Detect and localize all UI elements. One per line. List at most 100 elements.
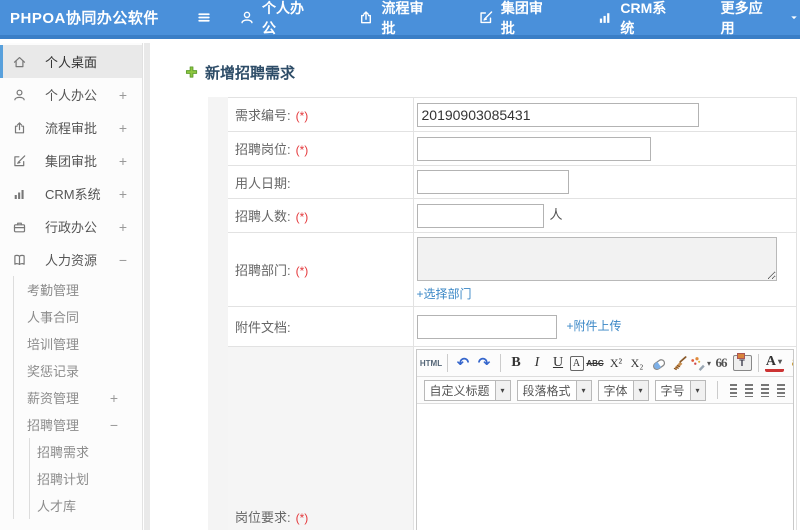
sidebar-item[interactable]: 个人桌面 [0,45,142,78]
sidebar-item[interactable]: 培训管理 [14,330,142,357]
navbar-item-2[interactable]: 流程审批 [358,0,435,38]
navbar-item-5[interactable]: 更多应用 [721,0,800,38]
job-title-input[interactable] [416,136,651,161]
toolbar-separator [446,354,448,372]
sidebar-item[interactable]: 集团审批 + [0,144,142,177]
field-label: 招聘部门: [235,263,291,278]
expand-toggle-icon[interactable]: + [119,153,127,169]
sidebar-item-label: 个人办公 [45,88,98,103]
required-marker: (*) [295,511,309,525]
chevron-down-icon: ▾ [632,380,648,400]
headcount-input[interactable] [416,203,544,228]
sidebar-item[interactable]: 招聘计划 [30,465,142,492]
form-row-hire-date: 用人日期: [217,165,797,199]
navbar-item-1[interactable]: 个人办公 [239,0,316,38]
chevron-down-icon: ▾ [494,380,510,400]
sidebar-item-label: 招聘需求 [37,445,90,460]
sidebar-item[interactable]: 人事合同 [14,303,142,330]
hamburger-icon [198,13,210,22]
briefcase-icon [13,222,26,232]
hire-date-input[interactable] [416,170,569,194]
field-label: 用人日期: [235,175,291,191]
sidebar-item[interactable]: 人才库 [30,492,142,519]
paragraph-format-select[interactable]: 段落格式 ▾ [516,379,592,401]
sidebar-item[interactable]: 个人办公 + [0,78,142,111]
font-size-select[interactable]: 字号 ▾ [654,379,706,401]
superscript-button[interactable]: X² [607,353,626,373]
menu-toggle-button[interactable] [189,10,219,25]
subscript-button[interactable]: X₂ [628,353,647,373]
add-icon-plus [185,66,198,78]
font-color-button[interactable]: A ▾ [764,354,784,372]
sidebar-item-label: 行政办公 [45,220,98,235]
sidebar-item-label: 招聘管理 [27,418,80,433]
expand-toggle-icon[interactable]: − [110,417,118,433]
sidebar-item[interactable]: 行政办公 + [0,210,142,243]
navbar-item-label: 个人办公 [262,0,305,36]
align-justify-button[interactable] [777,383,785,397]
toolbar-button-glyph: X₂ [630,355,644,370]
navbar-item-3[interactable]: 集团审批 [478,0,555,38]
sidebar-item[interactable]: 人力资源 − [0,243,142,276]
attachment-input[interactable] [416,314,557,339]
sidebar-item[interactable]: 奖惩记录 [14,357,142,384]
toolbar-button-glyph: 66 [715,355,728,370]
align-right-button[interactable] [761,383,770,397]
eraser-button[interactable] [649,353,668,373]
home-icon [13,56,26,67]
editor-toolbar-row1: HTML ↶↷ BIUAABCX² X₂ ▾ 66 T A▾ a [416,350,794,377]
department-textarea[interactable] [416,237,777,281]
sidebar-item[interactable]: 考勤管理 [14,276,142,303]
form-row-job-require: 岗位要求:(*)HTML↶↷BIUAABCX²X₂▾66TA▾a自定义标题▾段落… [217,346,797,530]
redo-button[interactable]: ↷ [475,353,494,373]
toolbar-button-glyph: a [792,355,794,371]
bold-button[interactable]: B [507,353,526,373]
html-source-button[interactable]: HTML [419,353,443,373]
highlight-button[interactable]: a [786,353,794,373]
sidebar-item[interactable]: 薪资管理 + [14,384,142,411]
chart-icon [14,189,24,199]
main-content: 新增招聘需求 需求编号: (*) 招聘岗位: (*) 用人日期: 招聘人数: (*) 人招聘部… [150,43,800,530]
align-left-button[interactable] [729,383,738,397]
sidebar-item-label: 考勤管理 [27,283,80,298]
sidebar-item[interactable]: CRM系统 + [0,177,142,210]
expand-toggle-icon[interactable]: + [110,390,118,406]
sidebar-item[interactable]: 流程审批 + [0,111,142,144]
custom-title-select[interactable]: 自定义标题 ▾ [423,379,511,401]
navbar-item-label: CRM系统 [620,0,667,36]
underline-button[interactable]: U [549,353,568,373]
demand-no-input[interactable] [416,102,699,127]
editor-canvas[interactable] [416,404,793,530]
expand-toggle-icon[interactable]: + [119,87,127,103]
align-center-button[interactable] [745,383,754,397]
expand-toggle-icon[interactable]: + [119,186,127,202]
attachment-link[interactable]: +附件上传 [567,319,622,333]
undo-button[interactable]: ↶ [454,353,473,373]
user-icon [241,11,253,24]
chevron-down-icon: ▾ [689,380,705,400]
sidebar-submenu: 招聘需求招聘计划 人才库 [29,438,142,519]
paste-button[interactable]: T [732,353,752,371]
department-link[interactable]: +选择部门 [417,287,472,301]
navbar-item-4[interactable]: CRM系统 [597,0,678,38]
toolbar-button-glyph: T [739,358,745,368]
italic-button[interactable]: I [528,353,547,373]
blockquote-button[interactable]: 66 [712,353,731,373]
navbar-item-label: 流程审批 [381,0,424,36]
page-title: 新增招聘需求 [205,65,296,82]
font-family-select[interactable]: 字体 ▾ [597,379,649,401]
expand-toggle-icon[interactable]: + [119,120,127,136]
autotypeset-button[interactable]: A [569,355,584,371]
sidebar-item-label: 培训管理 [27,337,80,352]
expand-toggle-icon[interactable]: − [119,252,127,268]
spray-brush-button[interactable]: ▾ [691,353,711,373]
toolbar-button-glyph: HTML [419,358,443,368]
sidebar-item[interactable]: 招聘管理 − [14,411,142,438]
richtext-editor: HTML ↶↷ BIUAABCX² X₂ ▾ 66 T A▾ a 自定义标题▾段落格式▾字体▾字号… [415,349,794,530]
edit-icon [14,154,26,166]
strikethrough-button[interactable]: ABC [586,353,605,373]
format-brush-button[interactable] [670,353,689,373]
chevron-down-icon [791,16,797,20]
sidebar-item[interactable]: 招聘需求 [30,438,142,465]
expand-toggle-icon[interactable]: + [119,219,127,235]
